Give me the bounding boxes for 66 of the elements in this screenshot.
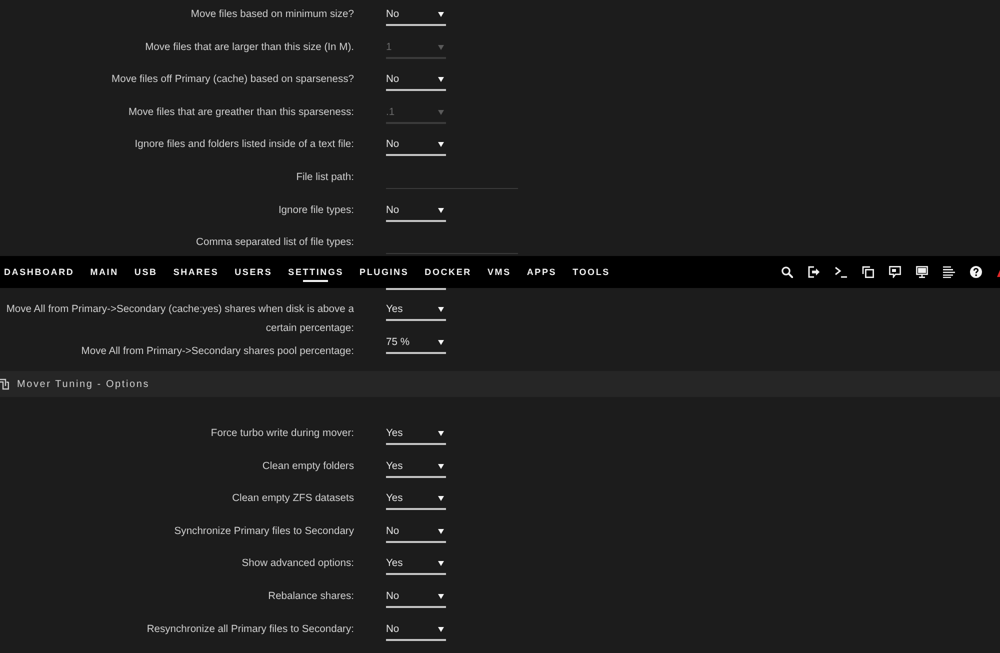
caret-icon (438, 594, 444, 599)
nav-tab[interactable]: VMS (487, 256, 511, 288)
select-field[interactable]: No (386, 5, 446, 26)
monitor-icon[interactable] (916, 266, 928, 278)
nav-tab[interactable]: MAIN (90, 256, 118, 288)
caret-icon (438, 626, 444, 632)
setting-label: Move files based on minimum size? (190, 8, 354, 22)
nav-tab[interactable]: PLUGINS (360, 256, 409, 288)
nav-tab[interactable]: SHARES (173, 256, 219, 288)
select-field[interactable]: No (386, 522, 446, 543)
select-field[interactable]: Yes (386, 424, 446, 445)
setting-label: Clean empty ZFS datasets (232, 492, 354, 506)
setting-label: File list path: (296, 170, 354, 185)
setting-label: Resynchronize all Primary files to Secondary: (146, 622, 354, 637)
caret-icon (438, 110, 444, 115)
section-title: Mover Tuning - Options (17, 378, 150, 390)
comment-icon[interactable] (889, 266, 901, 278)
copy-icon (0, 378, 9, 390)
setting-label: Move All from Primary->Secondary shares pool percentage: (81, 344, 354, 358)
caret-icon (438, 44, 444, 50)
nav-tab[interactable]: SETTINGS (288, 256, 344, 288)
select-field[interactable]: No (386, 70, 446, 92)
list-icon[interactable] (943, 266, 955, 278)
caret-icon (438, 340, 444, 344)
setting-label: Move files that are larger than this size (In M). (145, 40, 354, 55)
select-field[interactable]: Yes (386, 456, 446, 478)
caret-icon (438, 12, 444, 17)
nav-tab[interactable]: TOOLS (572, 256, 610, 288)
logout-icon[interactable] (808, 266, 820, 278)
help-icon[interactable] (970, 266, 982, 278)
setting-label: Rebalance shares: (268, 590, 354, 604)
caret-icon (438, 77, 444, 82)
setting-label: Show advanced options: (242, 557, 354, 572)
setting-label: Clean empty folders (262, 460, 354, 474)
copy-icon[interactable] (862, 266, 874, 278)
nav-tab[interactable]: DOCKER (424, 256, 472, 288)
nav-tab[interactable]: APPS (526, 256, 557, 288)
caret-icon (438, 464, 444, 469)
select-field[interactable]: No (386, 620, 446, 641)
select-field[interactable]: Yes (386, 554, 446, 576)
select-field[interactable]: No (386, 586, 446, 608)
caret-icon (438, 306, 444, 312)
setting-label: Comma separated list of file types: (196, 236, 354, 250)
setting-label: Move All from Primary->Secondary (cache:yes) shares when disk is above a certain percentage: (5, 302, 354, 336)
caret-icon (438, 431, 444, 436)
select-field[interactable]: No (386, 200, 446, 222)
caret-icon (438, 528, 444, 534)
setting-label: Move files that are greather than this sparseness: (128, 106, 354, 120)
select-field[interactable]: 75 % (386, 332, 446, 354)
select-field[interactable]: No (386, 135, 446, 156)
setting-label: Ignore file types: (278, 204, 354, 218)
terminal-icon[interactable] (835, 266, 847, 278)
setting-label: Synchronize Primary files to Secondary (174, 524, 354, 539)
caret-icon (438, 208, 444, 213)
setting-label: Move files off Primary (cache) based on sparseness? (112, 73, 354, 88)
setting-label: Force turbo write during mover: (210, 427, 354, 441)
nav-tab[interactable]: USB (134, 256, 158, 288)
select-field[interactable]: Yes (386, 489, 446, 510)
nav-tab[interactable]: USERS (234, 256, 272, 288)
setting-label: Ignore files and folders listed inside of a text file: (134, 138, 354, 152)
caret-icon (438, 496, 444, 502)
caret-icon (438, 142, 444, 148)
select-field[interactable]: Yes (386, 300, 446, 320)
search-icon[interactable] (781, 266, 793, 278)
nav-tab[interactable]: DASHBOARD (4, 256, 74, 288)
caret-icon (438, 561, 444, 566)
